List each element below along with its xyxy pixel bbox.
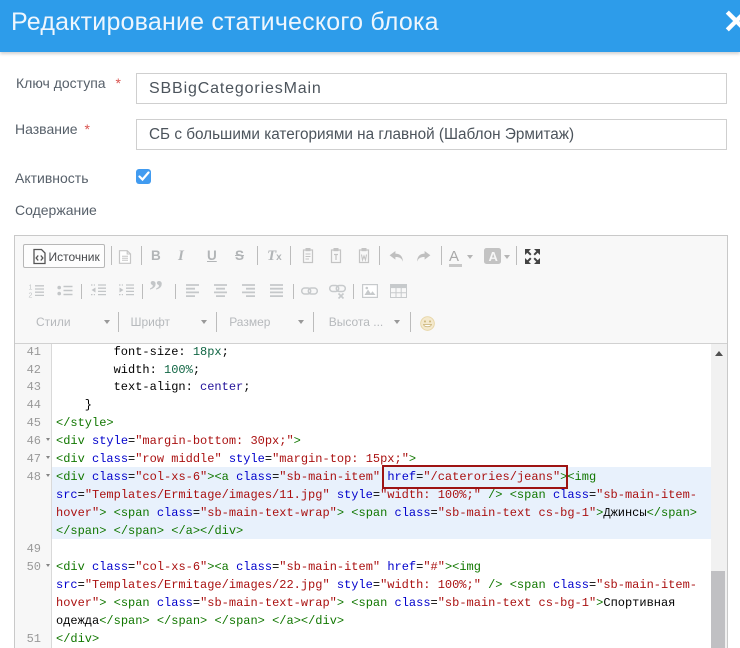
svg-text:1: 1 <box>29 285 33 292</box>
svg-text:2: 2 <box>29 293 33 299</box>
